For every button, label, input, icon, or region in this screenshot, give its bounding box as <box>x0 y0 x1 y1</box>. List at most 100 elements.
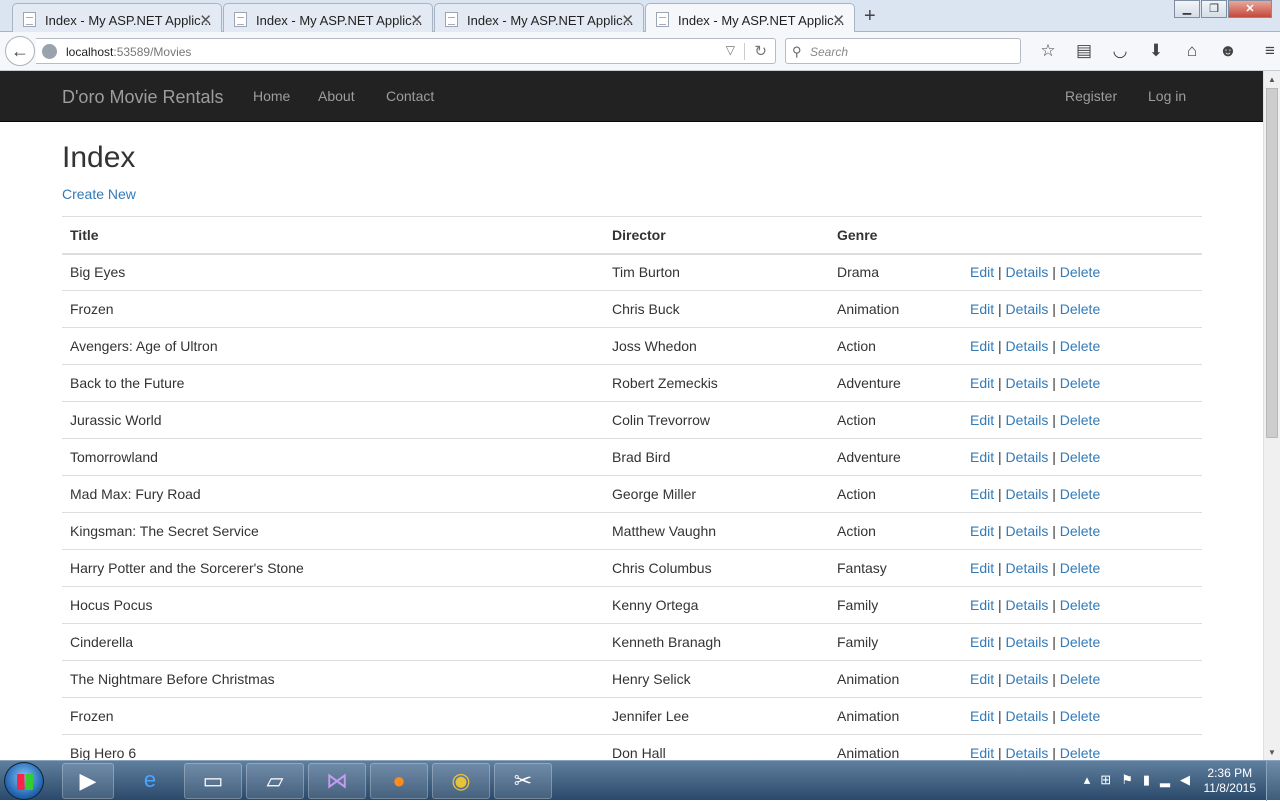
browser-tab[interactable]: Index - My ASP.NET Applic... ✕ <box>434 3 644 32</box>
details-link[interactable]: Details <box>1006 560 1049 576</box>
close-icon[interactable]: ✕ <box>199 11 212 29</box>
details-link[interactable]: Details <box>1006 486 1049 502</box>
start-button[interactable] <box>4 762 44 800</box>
details-link[interactable]: Details <box>1006 375 1049 391</box>
delete-link[interactable]: Delete <box>1060 412 1100 428</box>
delete-link[interactable]: Delete <box>1060 634 1100 650</box>
show-desktop-button[interactable] <box>1266 761 1280 801</box>
address-bar[interactable]: localhost:53589/Movies ▽ ↻ <box>36 38 776 64</box>
delete-link[interactable]: Delete <box>1060 560 1100 576</box>
reload-icon[interactable]: ↻ <box>754 42 767 60</box>
details-link[interactable]: Details <box>1006 634 1049 650</box>
edit-link[interactable]: Edit <box>970 597 994 613</box>
action-separator: | <box>998 560 1002 576</box>
window-close-icon[interactable]: ✕ <box>1228 0 1272 18</box>
delete-link[interactable]: Delete <box>1060 671 1100 687</box>
details-link[interactable]: Details <box>1006 412 1049 428</box>
volume-icon[interactable]: ◀ <box>1180 772 1190 788</box>
details-link[interactable]: Details <box>1006 597 1049 613</box>
close-icon[interactable]: ✕ <box>832 11 845 29</box>
search-input[interactable]: ⚲ Search <box>785 38 1021 64</box>
chat-icon[interactable]: ☻ <box>1210 39 1246 63</box>
browser-tab[interactable]: Index - My ASP.NET Applic... ✕ <box>12 3 222 32</box>
delete-link[interactable]: Delete <box>1060 264 1100 280</box>
details-link[interactable]: Details <box>1006 745 1049 761</box>
pocket-icon[interactable]: ◡ <box>1102 39 1138 63</box>
edit-link[interactable]: Edit <box>970 671 994 687</box>
bookmark-star-icon[interactable]: ☆ <box>1030 39 1066 63</box>
edit-link[interactable]: Edit <box>970 338 994 354</box>
scroll-down-icon[interactable]: ▼ <box>1268 748 1276 757</box>
nav-link-about[interactable]: About <box>318 88 355 104</box>
nav-link-contact[interactable]: Contact <box>386 88 434 104</box>
delete-link[interactable]: Delete <box>1060 449 1100 465</box>
edit-link[interactable]: Edit <box>970 523 994 539</box>
edit-link[interactable]: Edit <box>970 449 994 465</box>
delete-link[interactable]: Delete <box>1060 597 1100 613</box>
table-body: Big Eyes Tim Burton Drama Edit | Details | … <box>62 253 1202 772</box>
windows-flag-icon[interactable]: ⊞ <box>1100 772 1111 788</box>
file-explorer-icon[interactable]: ▭ <box>184 763 242 799</box>
new-tab-icon[interactable]: + <box>864 5 876 28</box>
clock[interactable]: 2:36 PM 11/8/2015 <box>1204 766 1257 796</box>
tab-label: Index - My ASP.NET Applic... <box>256 13 423 28</box>
internet-explorer-icon[interactable]: e <box>122 763 178 799</box>
tools-icon[interactable]: ✂ <box>494 763 552 799</box>
notepad-icon[interactable]: ▱ <box>246 763 304 799</box>
action-separator: | <box>1052 745 1056 762</box>
edit-link[interactable]: Edit <box>970 560 994 576</box>
chevron-down-icon[interactable]: ▽ <box>726 43 735 57</box>
delete-link[interactable]: Delete <box>1060 523 1100 539</box>
nav-link-home[interactable]: Home <box>253 88 290 104</box>
edit-link[interactable]: Edit <box>970 412 994 428</box>
details-link[interactable]: Details <box>1006 264 1049 280</box>
edit-link[interactable]: Edit <box>970 375 994 391</box>
edit-link[interactable]: Edit <box>970 708 994 724</box>
delete-link[interactable]: Delete <box>1060 745 1100 761</box>
action-separator: | <box>998 634 1002 650</box>
close-icon[interactable]: ✕ <box>410 11 423 29</box>
edit-link[interactable]: Edit <box>970 264 994 280</box>
download-icon[interactable]: ⬇ <box>1138 39 1174 63</box>
details-link[interactable]: Details <box>1006 671 1049 687</box>
minimize-icon[interactable]: ▁ <box>1174 0 1200 18</box>
edit-link[interactable]: Edit <box>970 486 994 502</box>
details-link[interactable]: Details <box>1006 523 1049 539</box>
delete-link[interactable]: Delete <box>1060 301 1100 317</box>
restore-icon[interactable]: ❐ <box>1201 0 1227 18</box>
close-icon[interactable]: ✕ <box>621 11 634 29</box>
edit-link[interactable]: Edit <box>970 301 994 317</box>
action-separator: | <box>1052 375 1056 391</box>
firefox-icon[interactable]: ● <box>370 763 428 799</box>
details-link[interactable]: Details <box>1006 449 1049 465</box>
scroll-up-icon[interactable]: ▲ <box>1268 75 1276 84</box>
create-new-link[interactable]: Create New <box>62 186 136 202</box>
scrollbar-thumb[interactable] <box>1266 88 1278 438</box>
delete-link[interactable]: Delete <box>1060 375 1100 391</box>
visual-studio-icon[interactable]: ⋈ <box>308 763 366 799</box>
menu-icon[interactable]: ≡ <box>1252 39 1280 63</box>
delete-link[interactable]: Delete <box>1060 338 1100 354</box>
edit-link[interactable]: Edit <box>970 634 994 650</box>
browser-tab-active[interactable]: Index - My ASP.NET Applic... ✕ <box>645 3 855 33</box>
tray-expand-icon[interactable]: ▴ <box>1084 772 1091 788</box>
chrome-icon[interactable]: ◉ <box>432 763 490 799</box>
details-link[interactable]: Details <box>1006 338 1049 354</box>
action-center-flag-icon[interactable]: ⚑ <box>1121 772 1133 788</box>
edit-link[interactable]: Edit <box>970 745 994 761</box>
reading-list-icon[interactable]: ▤ <box>1066 39 1102 63</box>
details-link[interactable]: Details <box>1006 708 1049 724</box>
browser-tab[interactable]: Index - My ASP.NET Applic... ✕ <box>223 3 433 32</box>
home-icon[interactable]: ⌂ <box>1174 39 1210 63</box>
network-icon[interactable]: ▂ <box>1160 772 1170 788</box>
login-link[interactable]: Log in <box>1148 88 1186 104</box>
back-arrow-icon[interactable]: ← <box>5 36 35 66</box>
site-brand[interactable]: D'oro Movie Rentals <box>62 87 224 108</box>
register-link[interactable]: Register <box>1065 88 1117 104</box>
delete-link[interactable]: Delete <box>1060 486 1100 502</box>
details-link[interactable]: Details <box>1006 301 1049 317</box>
delete-link[interactable]: Delete <box>1060 708 1100 724</box>
media-player-icon[interactable]: ▶ <box>62 763 114 799</box>
power-icon[interactable]: ▮ <box>1143 772 1150 788</box>
vertical-scrollbar[interactable]: ▲ ▼ <box>1263 71 1280 760</box>
